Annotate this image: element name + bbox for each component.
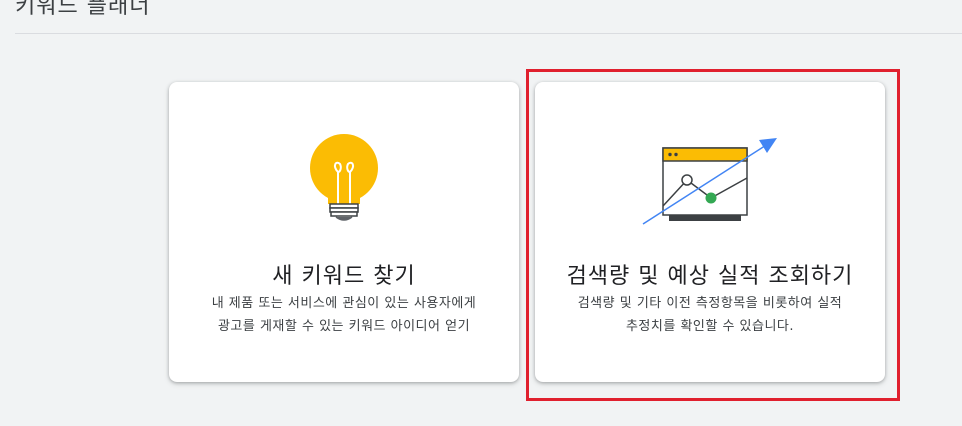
search-volume-forecast-card[interactable]: 검색량 및 예상 실적 조회하기 검색량 및 기타 이전 측정항목을 비롯하여 … bbox=[535, 82, 885, 382]
page-title: 키워드 플래너 bbox=[15, 0, 151, 19]
card-title: 새 키워드 찾기 bbox=[272, 264, 416, 289]
card-description-line: 광고를 게재할 수 있는 키워드 아이디어 얻기 bbox=[217, 319, 471, 334]
discover-keywords-card[interactable]: 새 키워드 찾기 내 제품 또는 서비스에 관심이 있는 사용자에게 광고를 게… bbox=[169, 82, 519, 382]
trend-chart-icon bbox=[535, 122, 885, 252]
lightbulb-icon bbox=[169, 122, 519, 252]
card-title: 검색량 및 예상 실적 조회하기 bbox=[566, 264, 854, 289]
card-description: 검색량 및 기타 이전 측정항목을 비롯하여 실적 추정치를 확인할 수 있습니… bbox=[555, 292, 865, 338]
title-divider bbox=[15, 33, 962, 34]
card-description-line: 내 제품 또는 서비스에 관심이 있는 사용자에게 bbox=[211, 296, 477, 311]
card-description-line: 추정치를 확인할 수 있습니다. bbox=[625, 319, 795, 334]
card-description: 내 제품 또는 서비스에 관심이 있는 사용자에게 광고를 게재할 수 있는 키… bbox=[189, 292, 499, 338]
card-description-line: 검색량 및 기타 이전 측정항목을 비롯하여 실적 bbox=[577, 296, 843, 311]
